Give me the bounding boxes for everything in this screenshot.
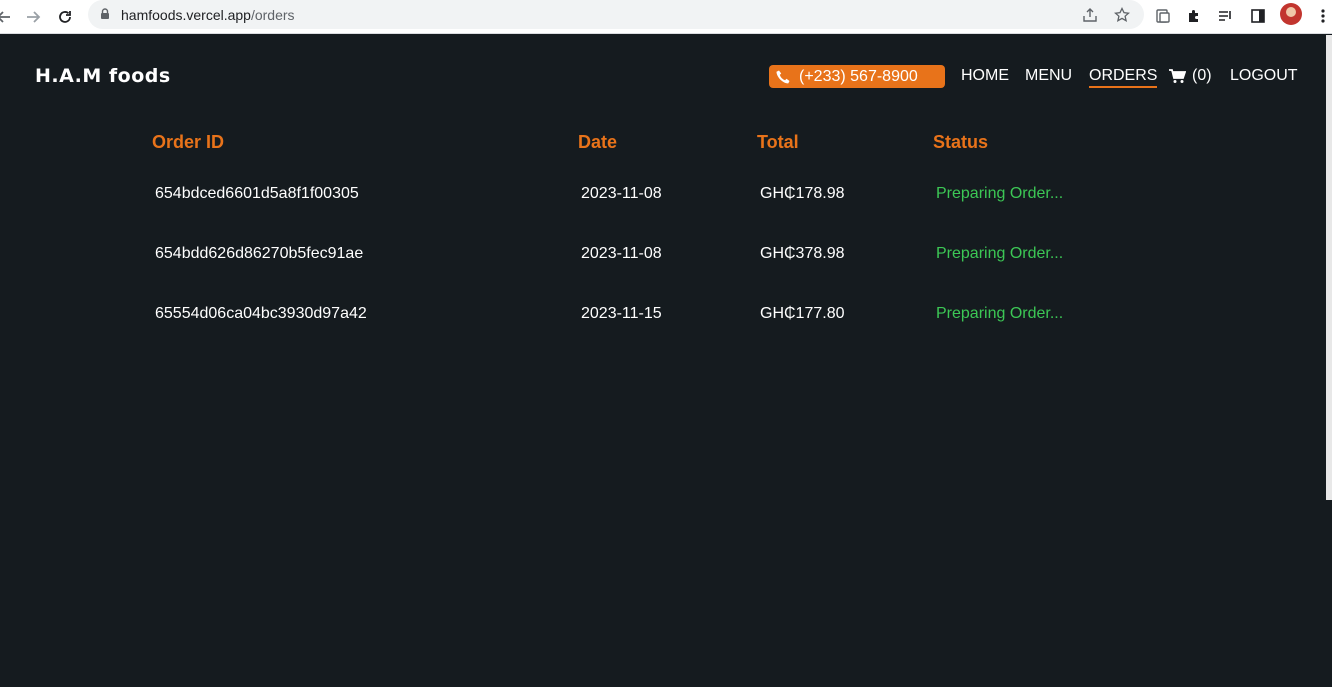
order-total-cell: GH₵178.98 [760,185,845,202]
extensions-puzzle-icon[interactable] [1183,5,1205,27]
column-header-date: Date [578,132,618,152]
nav-menu-link[interactable]: MENU [1025,67,1072,85]
orders-page: H.A.M foods (+233) 567-8900 HOME MENU OR… [0,35,1332,687]
order-status-cell: Preparing Order... [936,245,1064,262]
column-header-total: Total [757,132,799,152]
cart-icon [1168,68,1187,84]
nav-logout-link[interactable]: LOGOUT [1230,67,1298,85]
order-total-cell: GH₵177.80 [760,305,845,322]
side-panel-icon[interactable] [1247,5,1269,27]
cart-button[interactable]: (0) [1168,67,1212,85]
bookmark-star-icon[interactable] [1112,5,1132,25]
phone-contact-button[interactable]: (+233) 567-8900 [769,65,945,88]
share-icon[interactable] [1080,5,1100,25]
column-header-status: Status [933,132,989,152]
reading-list-icon[interactable] [1214,5,1236,27]
column-header-order-id: Order ID [152,132,225,152]
lock-icon[interactable] [98,7,112,21]
brand-logo[interactable]: H.A.M foods [35,65,171,87]
back-icon[interactable] [0,5,16,29]
order-id-cell: 654bdd626d86270b5fec91ae [155,245,364,262]
browser-toolbar: hamfoods.vercel.app/orders [0,0,1332,34]
order-date-cell: 2023-11-08 [581,245,662,262]
address-bar[interactable]: hamfoods.vercel.app/orders [88,0,1144,29]
scrollbar[interactable] [1326,35,1332,500]
url-text: hamfoods.vercel.app/orders [121,7,295,23]
order-id-cell: 65554d06ca04bc3930d97a42 [155,305,367,322]
phone-number: (+233) 567-8900 [799,67,918,85]
tab-search-icon[interactable] [1152,5,1174,27]
order-date-cell: 2023-11-15 [581,305,662,322]
reload-icon[interactable] [53,5,77,29]
kebab-menu-icon[interactable] [1312,5,1332,27]
order-status-cell: Preparing Order... [936,305,1064,322]
cart-count: (0) [1192,67,1212,84]
order-id-cell: 654bdced6601d5a8f1f00305 [155,185,359,202]
profile-avatar-icon[interactable] [1280,3,1302,25]
order-date-cell: 2023-11-08 [581,185,662,202]
nav-home-link[interactable]: HOME [961,67,1009,85]
order-status-cell: Preparing Order... [936,185,1064,202]
nav-orders-link[interactable]: ORDERS [1089,67,1158,88]
forward-icon[interactable] [21,5,45,29]
phone-icon [775,69,791,85]
order-total-cell: GH₵378.98 [760,245,845,262]
